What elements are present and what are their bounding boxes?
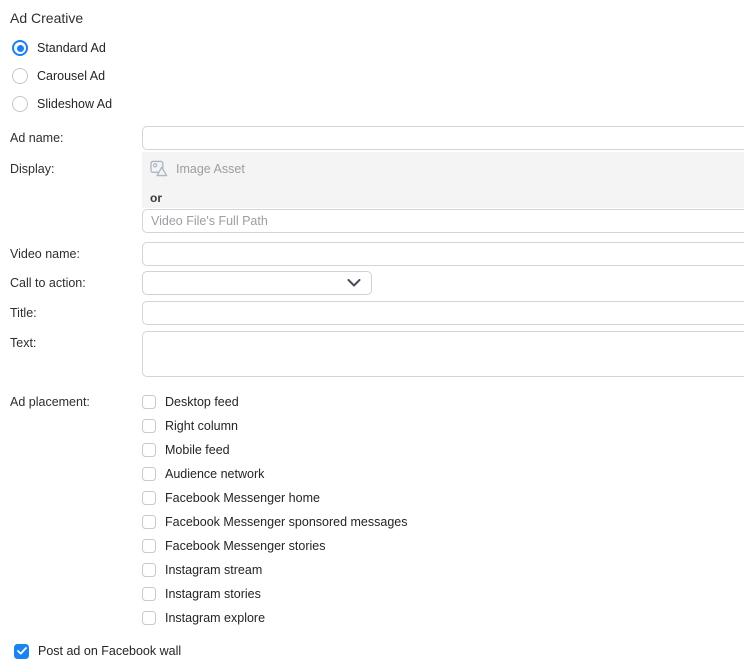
checkbox-icon[interactable]	[142, 611, 156, 625]
chevron-down-icon	[347, 279, 361, 287]
checkbox-right-column[interactable]: Right column	[142, 418, 744, 433]
checkbox-audience-network[interactable]: Audience network	[142, 466, 744, 481]
radio-slideshow-ad[interactable]: Slideshow Ad	[12, 96, 744, 112]
checkbox-checked-icon[interactable]	[14, 644, 29, 659]
title-input[interactable]	[142, 301, 744, 325]
radio-button-icon[interactable]	[12, 68, 28, 84]
ad-placement-label: Ad placement:	[0, 394, 142, 634]
checkbox-label: Facebook Messenger stories	[165, 539, 326, 553]
checkbox-icon[interactable]	[142, 443, 156, 457]
radio-label: Carousel Ad	[37, 69, 105, 83]
radio-label: Standard Ad	[37, 41, 106, 55]
image-asset-panel: Image Asset or	[142, 152, 744, 208]
radio-button-icon[interactable]	[12, 40, 28, 56]
checkbox-icon[interactable]	[142, 539, 156, 553]
title-label: Title:	[0, 301, 142, 325]
video-name-label: Video name:	[0, 242, 142, 266]
video-path-input[interactable]	[142, 209, 744, 233]
checkbox-label: Facebook Messenger home	[165, 491, 320, 505]
checkbox-instagram-explore[interactable]: Instagram explore	[142, 610, 744, 625]
checkbox-label: Facebook Messenger sponsored messages	[165, 515, 408, 529]
checkbox-icon[interactable]	[142, 419, 156, 433]
checkbox-label: Instagram explore	[165, 611, 265, 625]
page-title: Ad Creative	[10, 9, 744, 27]
ad-creative-form: Ad Creative Standard Ad Carousel Ad Slid…	[0, 9, 744, 659]
call-to-action-select[interactable]	[142, 271, 372, 295]
checkbox-fb-messenger-stories[interactable]: Facebook Messenger stories	[142, 538, 744, 553]
post-ad-label: Post ad on Facebook wall	[38, 644, 181, 658]
image-asset-button[interactable]: Image Asset	[150, 160, 245, 177]
call-to-action-label: Call to action:	[0, 271, 142, 295]
checkbox-label: Mobile feed	[165, 443, 230, 457]
checkbox-post-ad-facebook-wall[interactable]: Post ad on Facebook wall	[14, 643, 744, 659]
or-label: or	[150, 191, 744, 205]
checkbox-icon[interactable]	[142, 395, 156, 409]
image-asset-label: Image Asset	[176, 162, 245, 176]
checkbox-mobile-feed[interactable]: Mobile feed	[142, 442, 744, 457]
display-label: Display:	[0, 152, 142, 233]
radio-carousel-ad[interactable]: Carousel Ad	[12, 68, 744, 84]
checkbox-label: Audience network	[165, 467, 264, 481]
checkbox-desktop-feed[interactable]: Desktop feed	[142, 394, 744, 409]
title-row: Title:	[0, 301, 744, 325]
ad-placement-row: Ad placement: Desktop feed Right column …	[0, 394, 744, 634]
checkbox-icon[interactable]	[142, 515, 156, 529]
checkbox-icon[interactable]	[142, 467, 156, 481]
checkbox-label: Instagram stream	[165, 563, 262, 577]
ad-name-label: Ad name:	[0, 126, 142, 150]
text-row: Text:	[0, 331, 744, 382]
ad-name-row: Ad name:	[0, 126, 744, 150]
checkbox-instagram-stream[interactable]: Instagram stream	[142, 562, 744, 577]
radio-button-icon[interactable]	[12, 96, 28, 112]
display-row: Display: Image Asset or	[0, 152, 744, 233]
text-label: Text:	[0, 331, 142, 382]
radio-standard-ad[interactable]: Standard Ad	[12, 40, 744, 56]
radio-label: Slideshow Ad	[37, 97, 112, 111]
checkbox-label: Desktop feed	[165, 395, 239, 409]
checkbox-label: Right column	[165, 419, 238, 433]
image-asset-icon	[150, 160, 169, 177]
checkbox-instagram-stories[interactable]: Instagram stories	[142, 586, 744, 601]
video-name-input[interactable]	[142, 242, 744, 266]
checkmark-icon	[17, 647, 27, 655]
checkbox-icon[interactable]	[142, 587, 156, 601]
text-input[interactable]	[142, 331, 744, 377]
checkbox-fb-messenger-home[interactable]: Facebook Messenger home	[142, 490, 744, 505]
call-to-action-row: Call to action:	[0, 271, 744, 295]
checkbox-icon[interactable]	[142, 563, 156, 577]
checkbox-icon[interactable]	[142, 491, 156, 505]
checkbox-label: Instagram stories	[165, 587, 261, 601]
video-name-row: Video name:	[0, 242, 744, 266]
ad-name-input[interactable]	[142, 126, 744, 150]
checkbox-fb-messenger-sponsored[interactable]: Facebook Messenger sponsored messages	[142, 514, 744, 529]
